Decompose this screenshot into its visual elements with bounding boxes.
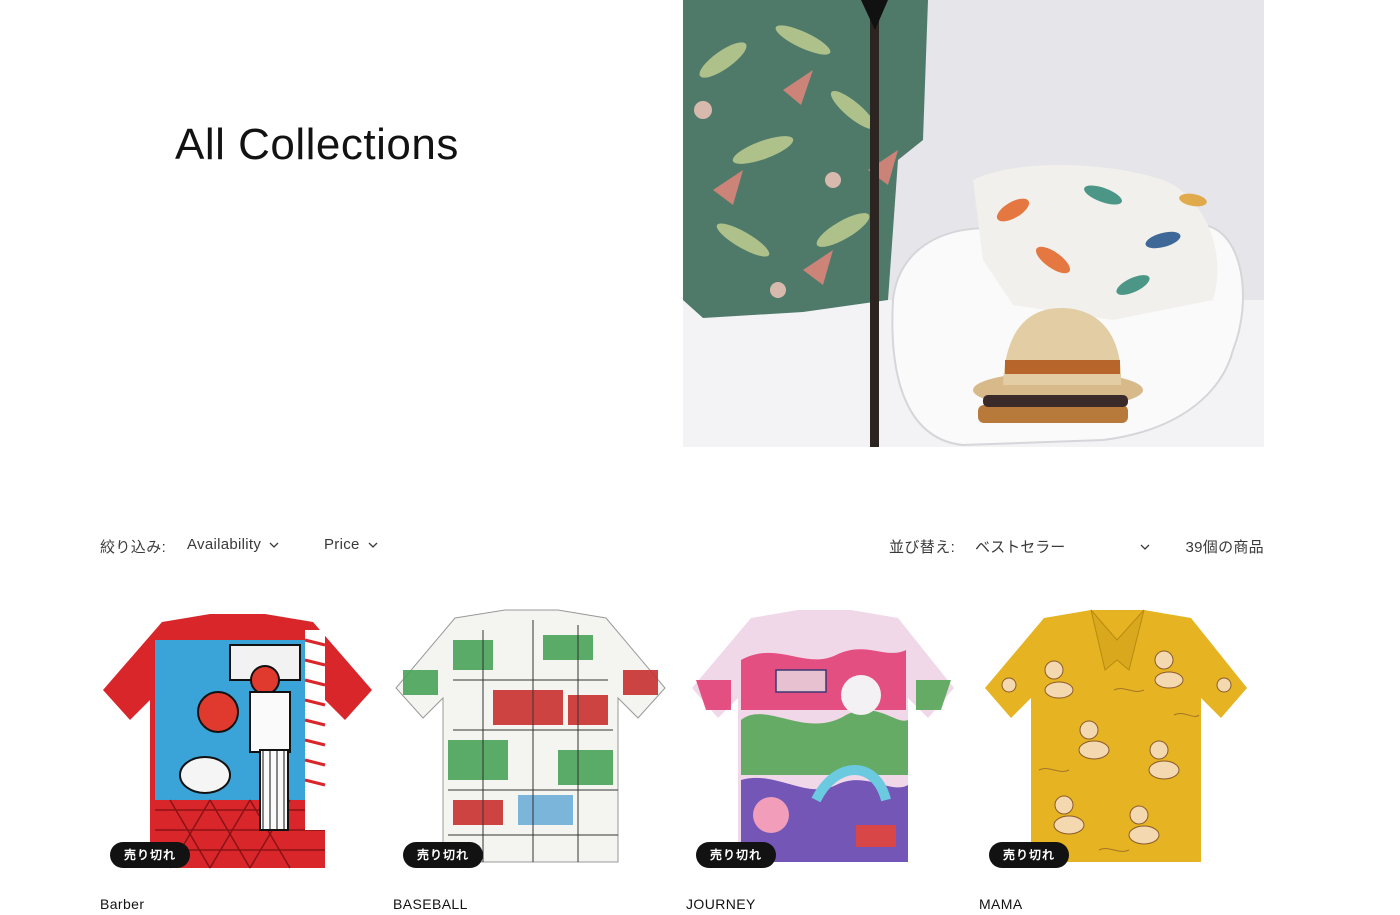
product-image-barber [103, 614, 372, 869]
collection-hero-image [683, 0, 1264, 447]
filter-availability[interactable]: Availability [187, 536, 279, 553]
filter-availability-label: Availability [187, 536, 262, 553]
page-title: All Collections [175, 120, 459, 169]
sort-select[interactable]: ベストセラー [975, 536, 1150, 557]
sold-out-badge: 売り切れ [403, 842, 484, 868]
product-card-baseball[interactable]: 売り切れ BASEBALL [393, 600, 668, 915]
product-card-mama[interactable]: 売り切れ MAMA [979, 600, 1254, 915]
product-title: MAMA [979, 896, 1023, 912]
sold-out-badge: 売り切れ [989, 842, 1070, 868]
product-title: JOURNEY [686, 896, 756, 912]
sort-select-value: ベストセラー [975, 539, 1066, 556]
chevron-down-icon [1140, 544, 1150, 550]
product-image-journey [692, 610, 954, 862]
filter-price[interactable]: Price [324, 536, 378, 553]
filter-label: 絞り込み: [100, 539, 167, 556]
product-grid: 売り切れ Barber 売り切れ BASEBALL 売り切れ JOURNEY 売… [100, 600, 1280, 915]
product-title: BASEBALL [393, 896, 468, 912]
chevron-down-icon [269, 542, 279, 548]
sold-out-badge: 売り切れ [696, 842, 777, 868]
sold-out-badge: 売り切れ [110, 842, 191, 868]
chevron-down-icon [368, 542, 378, 548]
product-title: Barber [100, 896, 145, 912]
product-card-barber[interactable]: 売り切れ Barber [100, 600, 375, 915]
product-count: 39個の商品 [1185, 539, 1264, 556]
collection-facets: 絞り込み: Availability Price 並び替え: ベストセラー 39… [100, 534, 1264, 558]
product-image-mama [985, 609, 1247, 862]
sort-label: 並び替え: [889, 539, 956, 556]
product-image-baseball [395, 609, 666, 863]
product-card-journey[interactable]: 売り切れ JOURNEY [686, 600, 961, 915]
filter-price-label: Price [324, 536, 360, 553]
